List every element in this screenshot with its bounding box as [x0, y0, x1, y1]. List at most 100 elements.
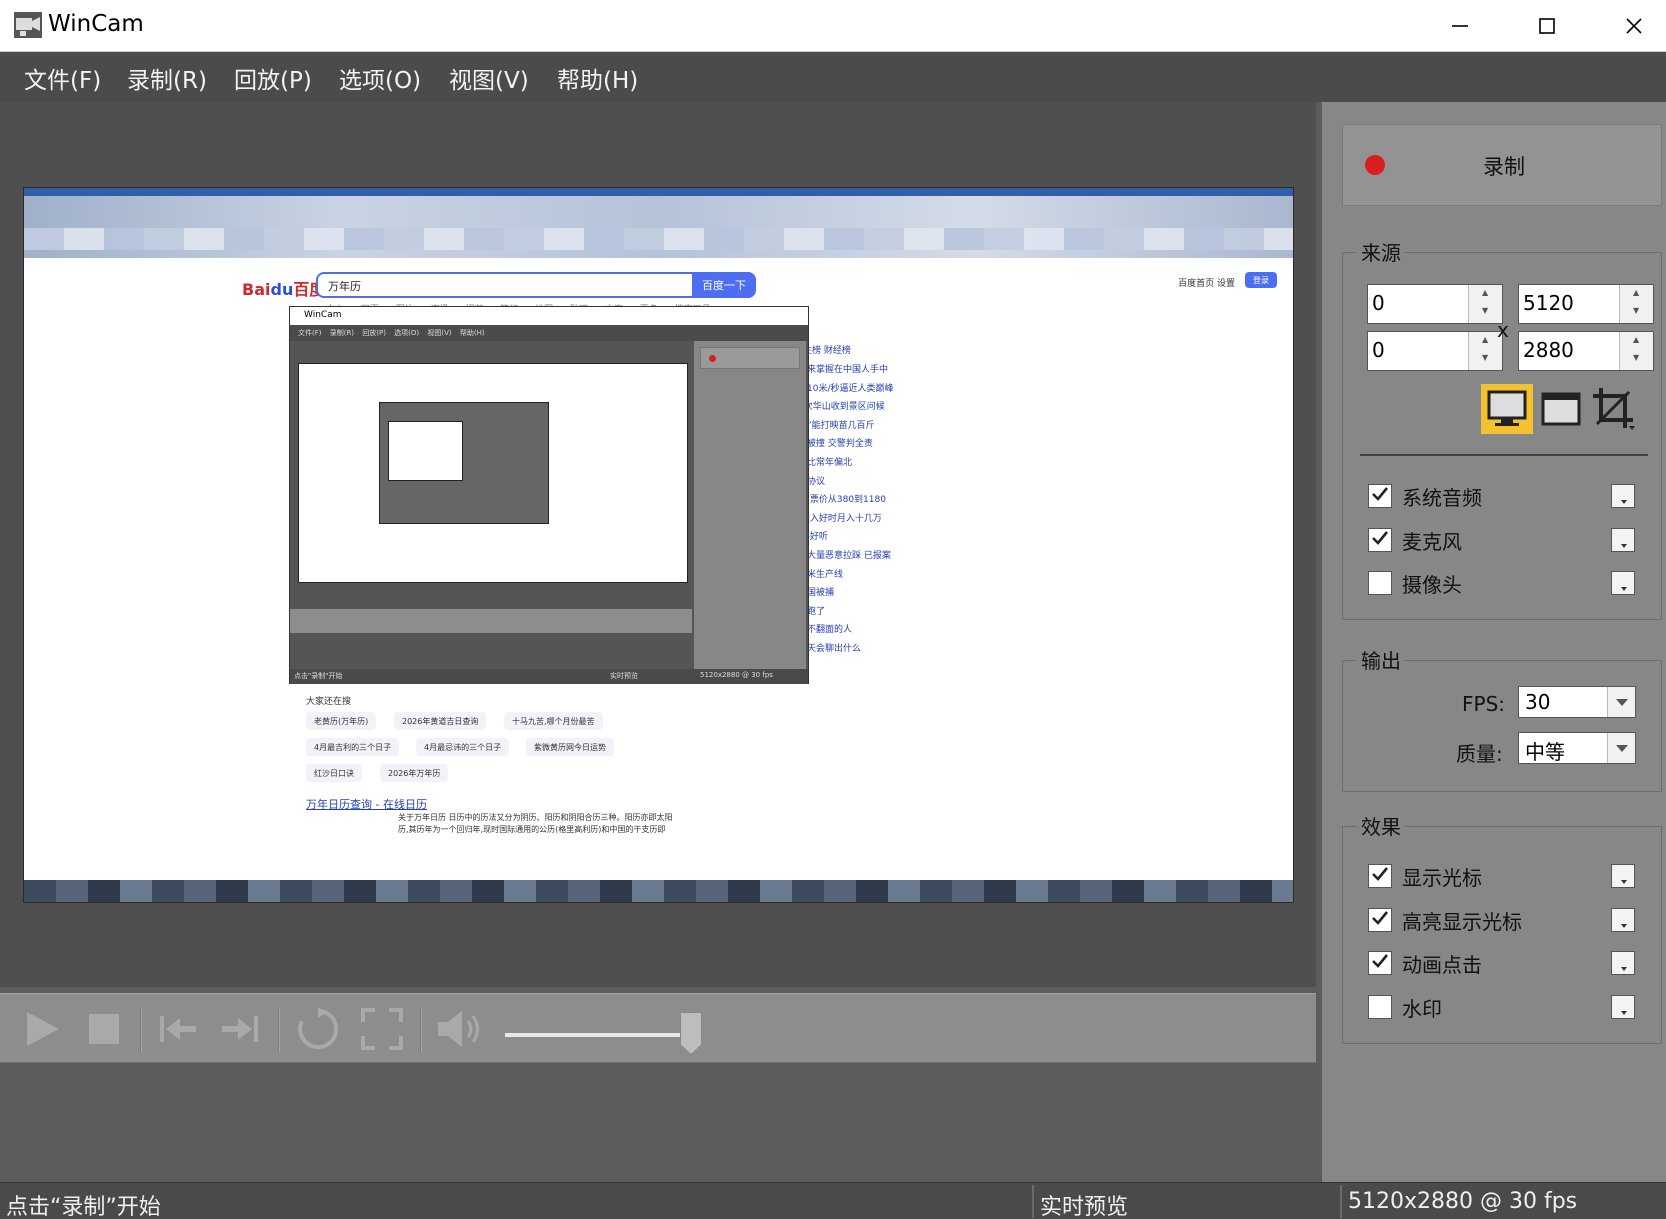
highlight-cursor-settings-dropdown[interactable] — [1611, 908, 1635, 932]
baidu-top-links: 百度首页 设置 — [1178, 279, 1235, 289]
record-button[interactable]: 录制 — [1342, 124, 1662, 206]
source-height-input[interactable]: 2880 ▲ ▼ — [1518, 331, 1654, 371]
baidu-login: 登录 — [1245, 272, 1277, 288]
fps-select[interactable]: 30 — [1518, 686, 1636, 718]
also-search-item: 4月最忌讳的三个日子 — [416, 738, 510, 756]
maximize-button[interactable] — [1503, 0, 1591, 52]
settings-panel: 录制 来源 0 ▲ ▼ 0 ▲ ▼ x 5120 ▲ ▼ 2880 ▲ ▼ 系统音频 麦… — [1322, 102, 1666, 1182]
effects-title: 效果 — [1357, 811, 1405, 840]
volume-button[interactable] — [434, 1008, 484, 1050]
watermark-settings-dropdown[interactable] — [1611, 995, 1635, 1019]
chevron-down-icon — [1607, 733, 1635, 763]
blurred-taskbar — [24, 880, 1293, 902]
live-preview[interactable]: Baidu百度 万年历 百度一下 百度首页 设置 登录 文心 网页 图片 资讯 … — [23, 187, 1294, 903]
highlight-cursor-label: 高亮显示光标 — [1402, 910, 1522, 934]
status-separator — [1032, 1185, 1034, 1218]
microphone-settings-dropdown[interactable] — [1611, 528, 1635, 552]
volume-icon — [438, 1011, 479, 1047]
status-resolution: 5120x2880 @ 30 fps — [1348, 1189, 1578, 1214]
source-y-input[interactable]: 0 ▲ ▼ — [1367, 331, 1503, 371]
fullscreen-icon — [361, 1008, 403, 1050]
size-separator: x — [1497, 318, 1509, 342]
menu-file[interactable]: 文件(F) — [24, 61, 101, 95]
baidu-search-query: 万年历 — [328, 280, 361, 293]
also-search-item: 老黄历(万年历) — [306, 712, 377, 730]
play-button[interactable] — [20, 1008, 64, 1050]
stop-button[interactable] — [84, 1008, 124, 1050]
also-search-item: 2026年万年历 — [380, 764, 449, 782]
volume-slider-track[interactable] — [505, 1033, 695, 1037]
spin-buttons[interactable]: ▲ ▼ — [1619, 332, 1653, 370]
checkmark-icon — [1370, 908, 1390, 932]
status-separator — [1340, 1185, 1342, 1218]
record-label: 录制 — [1483, 155, 1525, 179]
camera-checkbox[interactable] — [1368, 571, 1392, 595]
result-title: 万年日历查询 - 在线日历 — [306, 798, 427, 811]
animate-clicks-label: 动画点击 — [1402, 953, 1482, 977]
loop-button[interactable] — [294, 1007, 342, 1050]
nested-right-panel — [694, 341, 806, 673]
monitor-source-button[interactable] — [1481, 384, 1533, 434]
window-title: WinCam — [48, 11, 144, 37]
nested-preview — [298, 363, 688, 583]
menu-record[interactable]: 录制(R) — [127, 61, 207, 95]
show-cursor-checkbox[interactable] — [1368, 864, 1392, 888]
animate-clicks-settings-dropdown[interactable] — [1611, 951, 1635, 975]
nested-record — [700, 347, 800, 369]
menu-help[interactable]: 帮助(H) — [557, 61, 638, 95]
watermark-checkbox[interactable] — [1368, 995, 1392, 1019]
maximize-icon — [1539, 18, 1555, 34]
menu-bar: 文件(F) 录制(R) 回放(P) 选项(O) 视图(V) 帮助(H) — [0, 52, 1666, 102]
animate-clicks-checkbox[interactable] — [1368, 951, 1392, 975]
nested-wincam-window: WinCam 文件(F) 录制(R) 回放(P) 选项(O) 视图(V) 帮助(… — [289, 306, 809, 684]
blurred-browser-toolbar — [24, 188, 1293, 258]
fullscreen-button[interactable] — [358, 1008, 406, 1050]
menu-playback[interactable]: 回放(P) — [234, 61, 312, 95]
status-mode: 实时预览 — [1040, 1195, 1129, 1219]
nested-preview-inner — [379, 402, 549, 524]
playback-control-bar — [0, 993, 1316, 1063]
result-description: 关于万年日历 日历中的历法又分为阴历、阳历和阴阳合历三种。阳历亦即太阳历,其历年… — [398, 813, 673, 834]
source-x-input[interactable]: 0 ▲ ▼ — [1367, 284, 1503, 324]
menu-view[interactable]: 视图(V) — [449, 61, 529, 95]
window-icon — [1541, 392, 1581, 426]
checkmark-icon — [1370, 528, 1390, 552]
camera-label: 摄像头 — [1402, 573, 1462, 597]
checkmark-icon — [1370, 484, 1390, 508]
system-audio-checkbox[interactable] — [1368, 484, 1392, 508]
preview-area: Baidu百度 万年历 百度一下 百度首页 设置 登录 文心 网页 图片 资讯 … — [0, 102, 1316, 987]
highlight-cursor-checkbox[interactable] — [1368, 908, 1392, 932]
also-search-item: 4月最吉利的三个日子 — [306, 738, 400, 756]
close-button[interactable] — [1590, 0, 1666, 52]
play-icon — [27, 1012, 59, 1046]
minimize-button[interactable] — [1416, 0, 1504, 52]
quality-select[interactable]: 中等 — [1518, 732, 1636, 764]
source-title: 来源 — [1357, 237, 1405, 266]
menu-options[interactable]: 选项(O) — [339, 61, 421, 95]
checkmark-icon — [1370, 951, 1390, 975]
skip-end-button[interactable] — [218, 1008, 262, 1050]
microphone-label: 麦克风 — [1402, 530, 1462, 554]
output-group: 输出 — [1342, 645, 1662, 792]
show-cursor-settings-dropdown[interactable] — [1611, 864, 1635, 888]
stop-icon — [89, 1014, 119, 1044]
nested-title: WinCam — [290, 307, 808, 325]
source-width-input[interactable]: 5120 ▲ ▼ — [1518, 284, 1654, 324]
monitor-icon — [1487, 390, 1527, 426]
also-search-item: 红沙日口诀 — [306, 764, 362, 782]
status-bar: 点击“录制”开始 实时预览 5120x2880 @ 30 fps — [0, 1182, 1666, 1219]
camera-settings-dropdown[interactable] — [1611, 571, 1635, 595]
close-icon — [1626, 18, 1642, 34]
title-bar: WinCam — [0, 0, 1666, 52]
skip-start-button[interactable] — [156, 1008, 200, 1050]
system-audio-settings-dropdown[interactable] — [1611, 484, 1635, 508]
also-search-item: 2026年黄道吉日查询 — [394, 712, 487, 730]
window-source-button[interactable] — [1535, 384, 1587, 434]
also-search-item: 十马九苦,哪个月份最苦 — [504, 712, 603, 730]
spin-buttons[interactable]: ▲ ▼ — [1619, 285, 1653, 323]
checkmark-icon — [1370, 864, 1390, 888]
microphone-checkbox[interactable] — [1368, 528, 1392, 552]
quality-label: 质量: — [1456, 742, 1503, 766]
watermark-label: 水印 — [1402, 997, 1442, 1021]
crop-source-button[interactable] — [1588, 384, 1640, 434]
